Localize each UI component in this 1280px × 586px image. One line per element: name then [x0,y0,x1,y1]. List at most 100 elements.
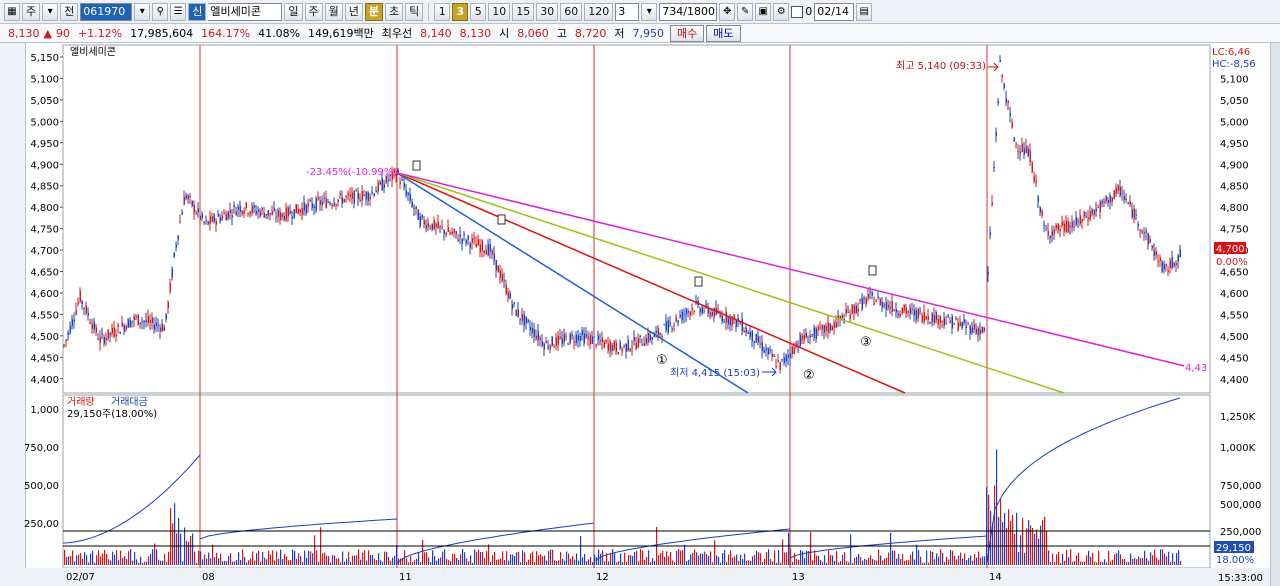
date-input[interactable]: 02/14 [814,2,855,21]
volume-bar [162,560,164,565]
volume-bar [1160,549,1162,565]
volume-bar [950,550,952,565]
candle-body [249,211,251,215]
stock-type-select[interactable]: 주 [22,2,41,21]
calendar-icon[interactable]: ▤ [856,2,873,21]
amount-tick: 500,000 [1220,500,1261,511]
volume-bar [424,552,426,565]
volume-bar [1012,514,1014,565]
interval-15[interactable]: 15 [512,2,535,21]
new-button[interactable]: 신 [188,2,207,21]
volume-bar [1106,562,1108,565]
interval-dropdown-icon[interactable]: ▾ [641,2,658,21]
volume-bar [1124,558,1126,565]
volume-bar [1014,533,1016,565]
volume-bar [346,558,348,565]
period-month[interactable]: 월 [324,2,343,21]
volume-bar [620,553,622,565]
volume-bar [1120,554,1122,565]
count-field[interactable]: 734/1800 [659,2,718,21]
candle-body [833,322,835,328]
candle-body [1027,148,1029,157]
period-tick[interactable]: 틱 [405,2,424,21]
dropdown-icon[interactable]: ▾ [42,2,59,21]
interval-1[interactable]: 1 [434,2,451,21]
buy-button[interactable]: 매수 [670,24,705,42]
chart-area[interactable]: 5,150 5,100 5,050 5,000 4,950 4,900 4,850 4,800… [0,43,1280,586]
interval-60[interactable]: 60 [560,2,583,21]
volume-bar [676,550,678,565]
candle-body [499,270,501,279]
prev-button[interactable]: 전 [60,2,79,21]
volume-bar [140,556,142,565]
candle-body [519,318,521,320]
candle-body [783,357,785,363]
candle-body [153,324,155,330]
volume-bar [1126,561,1128,565]
candle-body [69,325,71,333]
volume-bar [444,549,446,565]
period-year[interactable]: 년 [344,2,363,21]
grid-icon[interactable]: ▦ [4,2,20,21]
candle-body [197,208,199,213]
interval-3[interactable]: 3 [452,2,469,21]
candle-body [91,324,93,329]
candle-body [73,319,75,322]
volume-bar [1134,558,1136,565]
change-rate: +1.12% [77,26,123,40]
period-minute[interactable]: 분 [364,2,383,21]
volume-bar [856,556,858,565]
candle-body [575,334,577,344]
crosshair-icon[interactable]: ✥ [719,2,736,21]
candle-body [1085,216,1087,218]
volume-bar [882,560,884,565]
volume-bar [932,551,934,565]
left-price-axis: 5,150 5,100 5,050 5,000 4,950 4,900 4,850 4,800… [30,53,63,386]
volume-bar [1040,525,1042,565]
volume-bar [514,556,516,565]
candle-body [885,301,887,310]
period-week[interactable]: 주 [304,2,323,21]
date-checkbox[interactable] [791,5,804,18]
candle-body [823,325,825,333]
candle-body [513,302,515,304]
candle-body [813,327,815,338]
stock-code-input[interactable]: 061970 [80,2,133,21]
period-second[interactable]: 초 [385,2,404,21]
price-chart[interactable]: 5,150 5,100 5,050 5,000 4,950 4,900 4,850 4,800… [0,43,1280,586]
candle-body [99,336,101,344]
save-icon[interactable]: ▣ [755,2,772,21]
candle-body [1105,195,1107,202]
candle-body [219,217,221,222]
interval-120[interactable]: 120 [584,2,614,21]
list-icon[interactable]: ☰ [170,2,187,21]
candle-body [65,339,67,341]
volume-bar [322,553,324,565]
candle-body [319,200,321,205]
candle-body [849,314,851,319]
candle-body [377,182,379,192]
candle-body [563,334,565,342]
gear-icon[interactable]: ⚙ [773,2,790,21]
date-label: 08 [202,572,215,583]
interval-30[interactable]: 30 [536,2,559,21]
interval-5[interactable]: 5 [470,2,487,21]
candle-body [1063,223,1065,232]
sell-button[interactable]: 매도 [706,24,741,42]
tools-icon[interactable]: ✎ [737,2,754,21]
search-icon[interactable]: ⚲ [152,2,169,21]
price-tick-left: 4,650 [30,268,59,279]
interval-10[interactable]: 10 [488,2,511,21]
candle-body [181,212,183,215]
candle-body [175,244,177,248]
date-label: 12 [596,572,609,583]
volume-bar [544,555,546,565]
period-day[interactable]: 일 [284,2,303,21]
volume-bar [592,562,594,565]
candle-body [1075,217,1077,225]
code-dropdown-icon[interactable]: ▾ [134,2,151,21]
volume-bar [488,544,490,565]
candle-body [565,335,567,337]
volume-bar [272,550,274,565]
interval-input[interactable]: 3 [615,2,640,21]
